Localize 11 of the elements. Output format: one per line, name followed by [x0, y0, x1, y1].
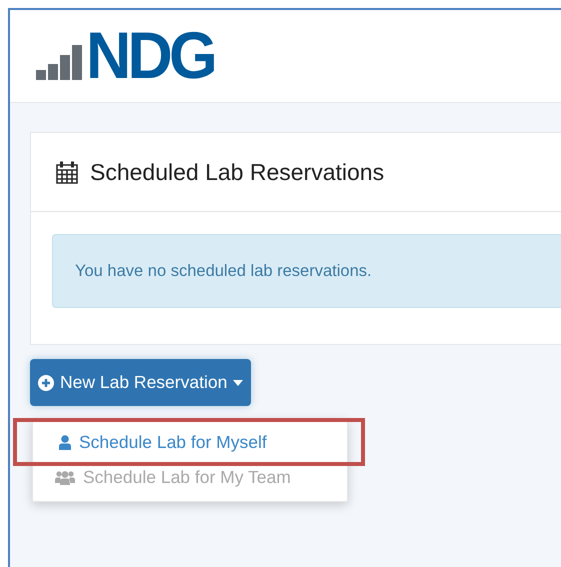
bars-icon: [36, 44, 84, 80]
alert-text: You have no scheduled lab reservations.: [75, 262, 372, 280]
caret-icon: [233, 380, 244, 386]
plus-circle-icon: [38, 374, 54, 390]
logo-text: NDG: [86, 28, 214, 82]
calendar-icon: [56, 160, 78, 184]
group-icon: [55, 470, 75, 485]
menu-item[interactable]: Schedule Lab for Myself: [33, 432, 267, 452]
panel-title: Scheduled Lab Reservations: [90, 158, 384, 186]
new-reservation-button[interactable]: New Lab Reservation: [30, 359, 252, 406]
person-icon: [59, 434, 71, 450]
